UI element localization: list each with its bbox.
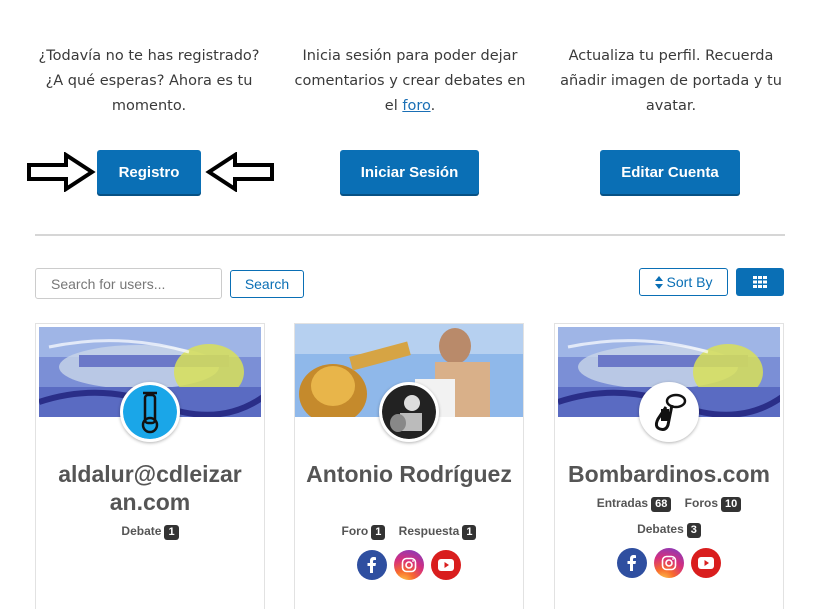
- youtube-icon[interactable]: [431, 550, 461, 580]
- user-card[interactable]: aldalur@cdleizar an.com Debate 1: [35, 323, 265, 609]
- social-links: [295, 550, 523, 580]
- user-name[interactable]: Bombardinos.com: [565, 460, 773, 488]
- user-name[interactable]: Antonio Rodríguez: [305, 460, 513, 488]
- stat-label: Debate: [121, 524, 162, 538]
- search-button[interactable]: Search: [230, 270, 304, 298]
- stat-label: Debates: [637, 522, 684, 536]
- edit-account-button[interactable]: Editar Cuenta: [600, 150, 740, 194]
- stat-count-badge: 1: [462, 525, 477, 540]
- intro-register-text: ¿Todavía no te has registrado? ¿A qué es…: [38, 48, 260, 114]
- avatar[interactable]: [379, 382, 439, 442]
- arrow-right-icon: [27, 152, 96, 192]
- avatar[interactable]: [639, 382, 699, 442]
- stat-count-badge: 68: [651, 497, 672, 512]
- intro-login-text: Inicia sesión para poder dejar comentari…: [292, 44, 528, 119]
- instagram-icon[interactable]: [394, 550, 424, 580]
- register-button[interactable]: Registro: [97, 150, 201, 194]
- stat-label: Respuesta: [398, 524, 460, 538]
- search-input[interactable]: [35, 268, 222, 299]
- stat-label: Foro: [341, 524, 369, 538]
- stat-count-badge: 1: [164, 525, 179, 540]
- user-stats: Debate 1: [41, 524, 259, 540]
- avatar[interactable]: [120, 382, 180, 442]
- youtube-icon[interactable]: [691, 548, 721, 578]
- facebook-icon[interactable]: [617, 548, 647, 578]
- stat-label: Entradas: [596, 496, 649, 510]
- stat-count-badge: 1: [371, 525, 386, 540]
- stat-label: Foros: [684, 496, 719, 510]
- user-card[interactable]: Bombardinos.com Entradas 68 Foros 10 Debat…: [554, 323, 784, 609]
- sort-icon: [654, 275, 663, 289]
- social-links: [555, 548, 783, 578]
- divider: [35, 234, 785, 236]
- arrow-left-icon: [205, 152, 274, 192]
- user-name[interactable]: aldalur@cdleizar an.com: [46, 460, 254, 516]
- login-button[interactable]: Iniciar Sesión: [340, 150, 479, 194]
- grid-icon: [753, 276, 767, 288]
- stat-count-badge: 3: [686, 523, 701, 538]
- intro-login-text-end: .: [430, 98, 436, 114]
- instagram-icon[interactable]: [654, 548, 684, 578]
- sort-by-button[interactable]: Sort By: [639, 268, 728, 296]
- intro-edit-text: Actualiza tu perfil. Recuerda añadir ima…: [560, 48, 782, 114]
- sort-by-label: Sort By: [666, 274, 713, 290]
- user-stats: Entradas 68 Foros 10: [560, 496, 778, 512]
- forum-link[interactable]: foro: [402, 98, 430, 114]
- facebook-icon[interactable]: [357, 550, 387, 580]
- user-stats: Debates 3: [560, 522, 778, 538]
- user-card[interactable]: Antonio Rodríguez Foro 1 Respuesta 1: [294, 323, 524, 609]
- grid-view-button[interactable]: [736, 268, 784, 296]
- stat-count-badge: 10: [721, 497, 742, 512]
- user-stats: Foro 1 Respuesta 1: [300, 524, 518, 540]
